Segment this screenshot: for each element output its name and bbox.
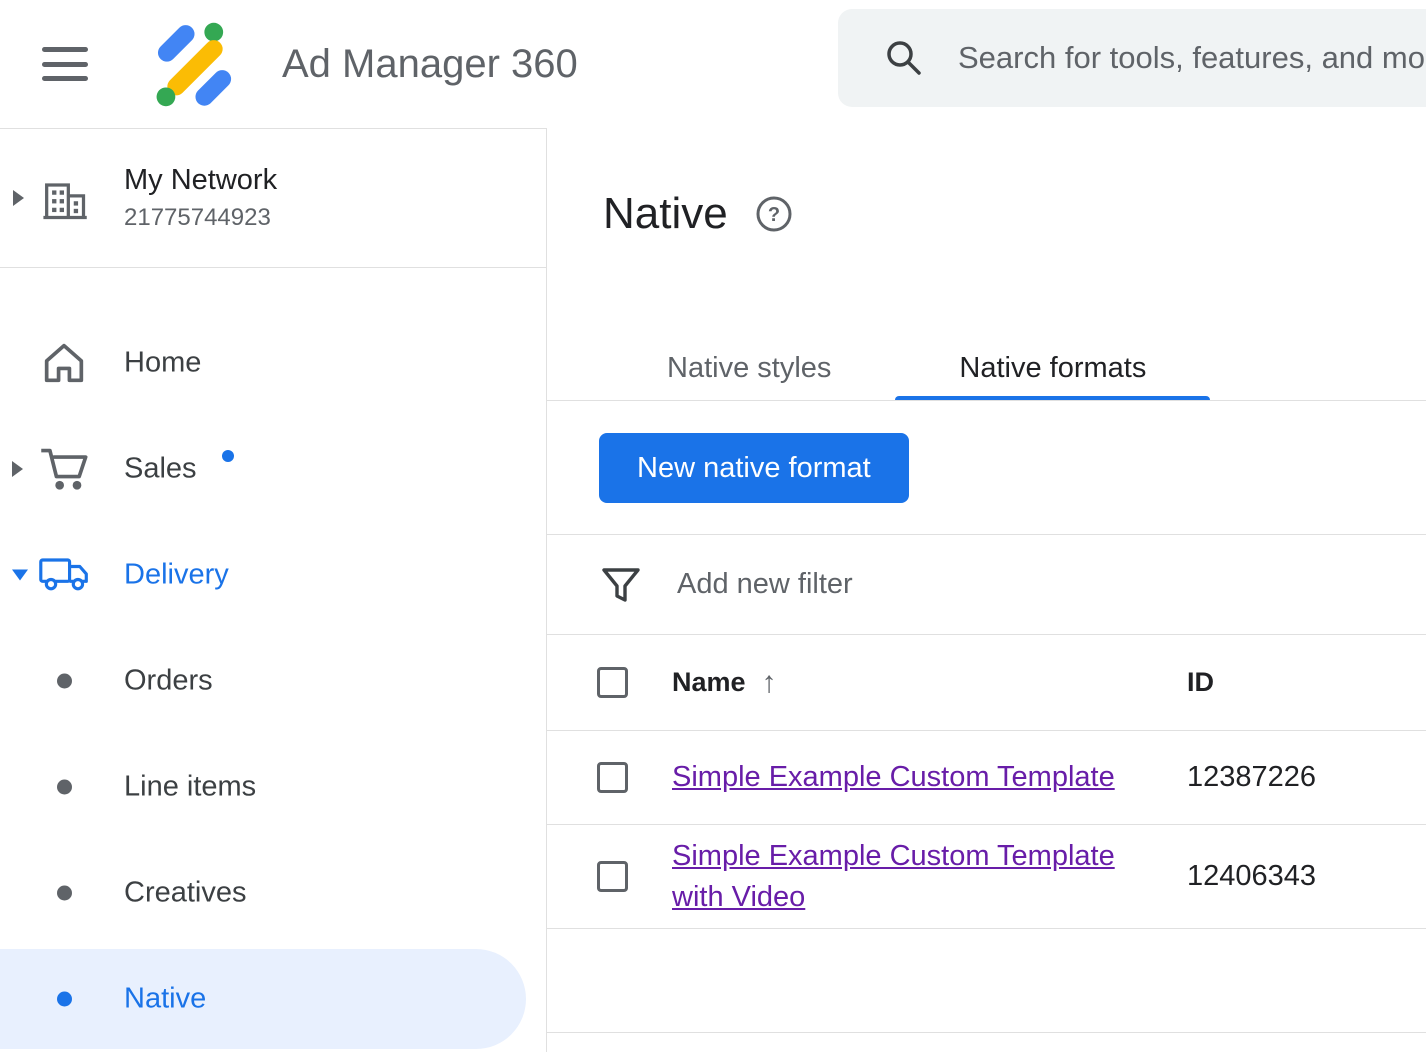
table-row: Simple Example Custom Template with Vide… — [547, 825, 1426, 929]
sidebar-item-label: Line items — [124, 771, 256, 804]
row-name-link[interactable]: Simple Example Custom Template with Vide… — [672, 836, 1143, 917]
sidebar-item-delivery[interactable]: Delivery — [0, 522, 546, 628]
sidebar-item-label: Delivery — [124, 559, 229, 592]
sidebar-item-label: Home — [124, 347, 201, 380]
filter-label: Add new filter — [677, 568, 853, 601]
network-name: My Network — [124, 164, 277, 197]
bullet-icon — [57, 674, 72, 689]
app-window: Ad Manager 360 — [0, 0, 1426, 1052]
network-id: 21775744923 — [124, 204, 277, 232]
sidebar-item-line-items[interactable]: Line items — [0, 734, 546, 840]
sidebar-item-home[interactable]: Home — [0, 310, 546, 416]
global-search[interactable] — [838, 9, 1426, 107]
app-title: Ad Manager 360 — [282, 42, 578, 87]
bullet-icon — [57, 992, 72, 1007]
cart-icon — [38, 443, 90, 495]
notification-dot — [222, 450, 234, 462]
sidebar-item-creatives[interactable]: Creatives — [0, 840, 546, 946]
native-formats-table: Name ↑ ID Simple Example Custom Template… — [547, 635, 1426, 1033]
expand-arrow-icon[interactable] — [12, 461, 23, 477]
page-title: Native — [603, 188, 728, 240]
sidebar-item-sales[interactable]: Sales — [0, 416, 546, 522]
sidebar: My Network 21775744923 Home — [0, 128, 547, 1052]
sidebar-item-native[interactable]: Native — [0, 946, 546, 1052]
column-header-name[interactable]: Name — [672, 667, 746, 698]
ad-manager-logo-icon — [150, 19, 240, 109]
main-content: Native ? Native styles Native formats Ne… — [547, 128, 1426, 1052]
menu-button[interactable] — [42, 47, 88, 81]
filter-bar[interactable]: Add new filter — [547, 535, 1426, 635]
tab-native-styles[interactable]: Native styles — [603, 336, 895, 400]
table-header-row: Name ↑ ID — [547, 635, 1426, 731]
network-building-icon — [38, 172, 90, 224]
expand-arrow-icon[interactable] — [13, 190, 24, 206]
filter-icon — [599, 563, 643, 607]
sidebar-item-label: Orders — [124, 665, 213, 698]
sidebar-item-orders[interactable]: Orders — [0, 628, 546, 734]
table-empty-row — [547, 929, 1426, 1033]
row-checkbox[interactable] — [597, 762, 628, 793]
collapse-arrow-icon[interactable] — [12, 570, 28, 581]
page-header: Native ? — [547, 128, 1426, 240]
tab-label: Native formats — [959, 352, 1146, 385]
row-name-link[interactable]: Simple Example Custom Template — [672, 757, 1115, 798]
row-id: 12406343 — [1187, 860, 1426, 893]
new-native-format-button[interactable]: New native format — [599, 433, 909, 503]
search-input[interactable] — [958, 40, 1426, 76]
search-icon — [884, 38, 924, 78]
tab-native-formats[interactable]: Native formats — [895, 336, 1210, 400]
bullet-icon — [57, 886, 72, 901]
table-row: Simple Example Custom Template 12387226 — [547, 731, 1426, 825]
sidebar-item-label: Sales — [124, 453, 197, 486]
truck-icon — [38, 549, 90, 601]
svg-text:?: ? — [768, 204, 780, 226]
toolbar: New native format — [547, 401, 1426, 535]
sidebar-nav: Home Sales — [0, 268, 546, 1052]
sidebar-item-label: Creatives — [124, 877, 247, 910]
row-checkbox[interactable] — [597, 861, 628, 892]
bullet-icon — [57, 780, 72, 795]
help-icon[interactable]: ? — [754, 194, 794, 234]
row-id: 12387226 — [1187, 761, 1426, 794]
select-all-checkbox[interactable] — [597, 667, 628, 698]
tab-bar: Native styles Native formats — [547, 336, 1426, 401]
network-selector[interactable]: My Network 21775744923 — [0, 129, 546, 268]
sidebar-item-label: Native — [124, 983, 206, 1016]
home-icon — [38, 337, 90, 389]
sort-ascending-icon[interactable]: ↑ — [762, 666, 777, 700]
top-header: Ad Manager 360 — [0, 0, 1426, 128]
tab-label: Native styles — [667, 352, 831, 385]
column-header-id[interactable]: ID — [1187, 667, 1214, 697]
